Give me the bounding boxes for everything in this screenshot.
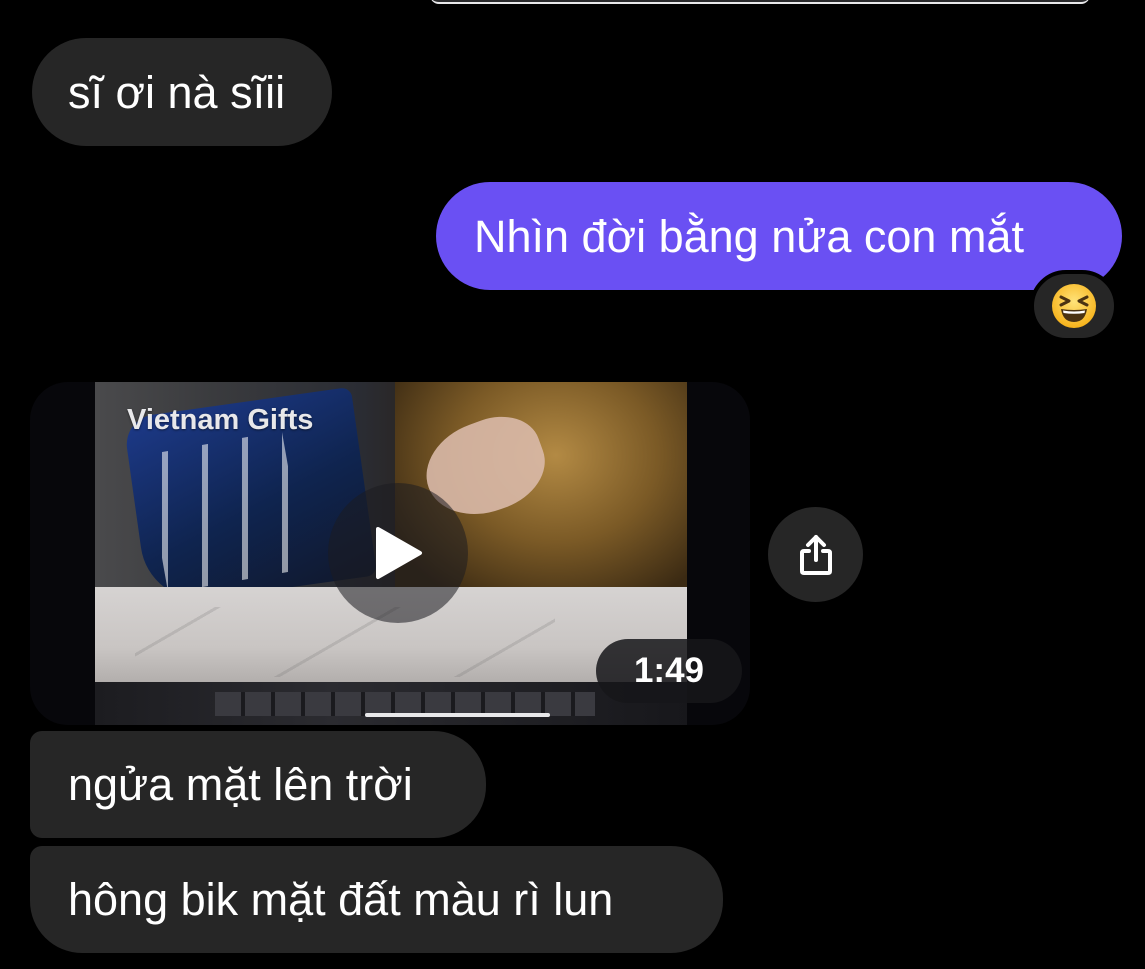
message-text: ngửa mặt lên trời (68, 759, 413, 810)
message-text: sĩ ơi nà sĩii (68, 66, 286, 118)
previous-message-edge (430, 0, 1090, 4)
play-button[interactable] (328, 483, 468, 623)
share-icon (799, 534, 832, 575)
share-button[interactable] (768, 507, 863, 602)
video-duration: 1:49 (596, 639, 742, 703)
incoming-message-bubble[interactable]: ngửa mặt lên trời (30, 731, 486, 838)
message-reaction[interactable] (1030, 270, 1118, 342)
video-watermark: Vietnam Gifts (127, 404, 314, 436)
chat-screen: sĩ ơi nà sĩii Nhìn đời bằng nửa con mắt (0, 0, 1145, 969)
incoming-message-bubble[interactable]: sĩ ơi nà sĩii (32, 38, 332, 146)
incoming-message-bubble[interactable]: hông bik mặt đất màu rì lun (30, 846, 723, 953)
video-progress-indicator (365, 713, 550, 717)
outgoing-message-bubble[interactable]: Nhìn đời bằng nửa con mắt (436, 182, 1122, 290)
message-text: hông bik mặt đất màu rì lun (68, 874, 614, 925)
video-message[interactable]: Vietnam Gifts 1:49 (30, 382, 750, 725)
message-text: Nhìn đời bằng nửa con mắt (474, 210, 1024, 262)
laughing-emoji-icon (1052, 284, 1096, 328)
play-icon (376, 527, 422, 579)
